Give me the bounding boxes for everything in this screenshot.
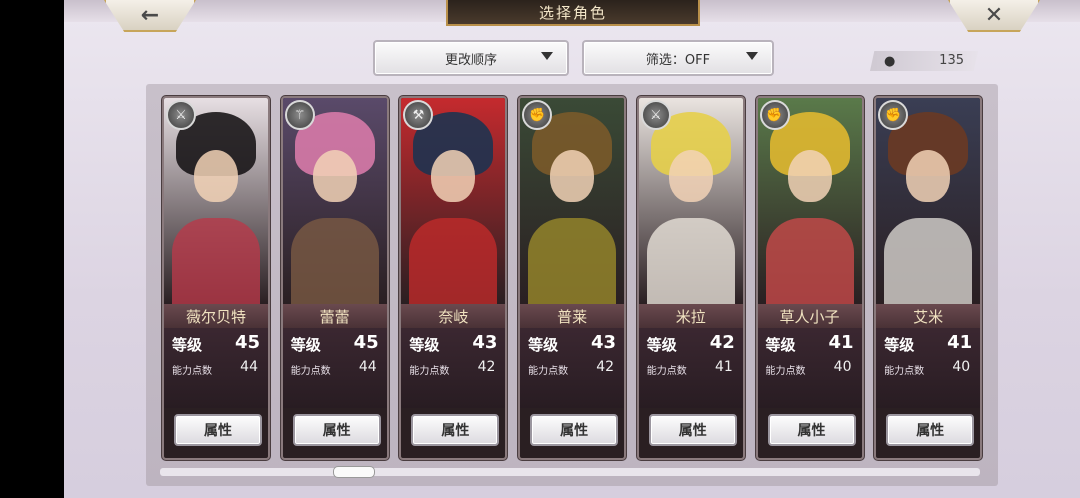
level-value: 42 [709,332,735,353]
portrait-face [787,150,832,202]
character-stats: 等级 41 能力点数 40 [876,328,981,408]
character-card[interactable]: ✊ 草人小子 等级 41 能力点数 40 属性 [755,96,864,460]
portrait-face [906,150,951,202]
character-name: 普莱 [520,304,625,328]
portrait-body [765,218,854,304]
level-label: 等级 [765,336,796,354]
level-label: 等级 [409,336,440,354]
level-label: 等级 [646,336,677,354]
portrait-face [431,150,476,202]
page-title: 选择角色 [446,0,700,26]
filter-dropdown[interactable]: 筛选：OFF [582,40,774,76]
attributes-button[interactable]: 属性 [648,414,737,446]
chevron-down-icon [541,52,553,60]
fist-class-icon: ✊ [759,100,790,130]
ability-points-value: 40 [952,359,971,375]
ability-points-value: 41 [714,359,733,375]
ability-points-label: 能力点数 [172,366,212,377]
character-stats: 等级 43 能力点数 42 [401,328,506,408]
portrait-face [668,150,713,202]
level-value: 45 [234,332,260,353]
portrait-body [884,218,973,304]
game-screen: ← 选择角色 ✕ 更改顺序 筛选：OFF ● 135 ⚔ 薇尔贝特 等级 45 … [64,0,1080,498]
scrollbar-thumb[interactable] [333,466,375,478]
person-icon: ● [884,54,896,69]
back-button[interactable]: ← [104,0,196,32]
character-name: 薇尔贝特 [164,304,268,328]
character-stats: 等级 45 能力点数 44 [282,328,387,408]
close-icon: ✕ [984,2,1004,28]
ability-points-value: 44 [358,359,377,375]
sort-order-dropdown[interactable]: 更改顺序 [373,40,569,76]
portrait-body [290,218,379,304]
level-label: 等级 [528,336,559,354]
ability-points-label: 能力点数 [409,366,450,377]
portrait-body [409,218,498,304]
character-stats: 等级 45 能力点数 44 [164,328,268,408]
ability-points-label: 能力点数 [646,366,687,377]
character-count-value: 135 [939,53,964,68]
portrait-face [312,150,357,202]
ability-points-label: 能力点数 [884,366,925,377]
sword-class-icon: ⚔ [640,100,671,130]
filter-label: 筛选：OFF [645,52,711,68]
character-name: 艾米 [876,304,981,328]
attributes-button[interactable]: 属性 [292,414,381,446]
level-label: 等级 [884,336,915,354]
fist-class-icon: ✊ [878,100,909,130]
character-card[interactable]: ⚚ 蕾蕾 等级 45 能力点数 44 属性 [280,96,389,460]
level-label: 等级 [172,336,203,354]
ability-points-value: 44 [240,359,258,375]
character-card[interactable]: ⚔ 米拉 等级 42 能力点数 41 属性 [636,96,745,460]
character-name: 蕾蕾 [282,304,387,328]
level-label: 等级 [290,336,321,354]
portrait-body [528,218,617,304]
ability-points-label: 能力点数 [528,366,569,377]
ability-points-value: 42 [477,359,496,375]
level-value: 41 [828,332,854,353]
character-count: ● 135 [870,51,978,71]
level-value: 41 [947,332,973,353]
ability-points-label: 能力点数 [290,366,331,377]
attributes-button[interactable]: 属性 [886,414,975,446]
attributes-button[interactable]: 属性 [767,414,856,446]
character-stats: 等级 42 能力点数 41 [638,328,743,408]
character-card[interactable]: ⚒ 奈岐 等级 43 能力点数 42 属性 [399,96,508,460]
character-name: 草人小子 [757,304,862,328]
attributes-button[interactable]: 属性 [174,414,262,446]
portrait-body [172,218,260,304]
character-name: 米拉 [638,304,743,328]
staff-class-icon: ⚚ [284,100,315,130]
horizontal-scrollbar[interactable] [160,468,980,476]
portrait-face [194,150,238,202]
chevron-down-icon [746,52,758,60]
character-card[interactable]: ✊ 普莱 等级 43 能力点数 42 属性 [518,96,627,460]
attributes-button[interactable]: 属性 [411,414,500,446]
level-value: 43 [591,332,617,353]
character-card[interactable]: ✊ 艾米 等级 41 能力点数 40 属性 [874,96,983,460]
character-card[interactable]: ⚔ 薇尔贝特 等级 45 能力点数 44 属性 [162,96,270,460]
portrait-body [646,218,735,304]
ability-points-value: 42 [596,359,615,375]
character-stats: 等级 41 能力点数 40 [757,328,862,408]
attributes-button[interactable]: 属性 [530,414,619,446]
character-name: 奈岐 [401,304,506,328]
level-value: 45 [353,332,379,353]
fist-class-icon: ✊ [522,100,553,130]
character-stats: 等级 43 能力点数 42 [520,328,625,408]
ability-points-value: 40 [833,359,852,375]
level-value: 43 [472,332,498,353]
close-button[interactable]: ✕ [948,0,1040,32]
portrait-face [550,150,595,202]
back-arrow-icon: ← [140,2,160,28]
ability-points-label: 能力点数 [765,366,806,377]
sort-order-label: 更改顺序 [444,52,497,68]
sword-class-icon: ⚔ [166,100,196,130]
